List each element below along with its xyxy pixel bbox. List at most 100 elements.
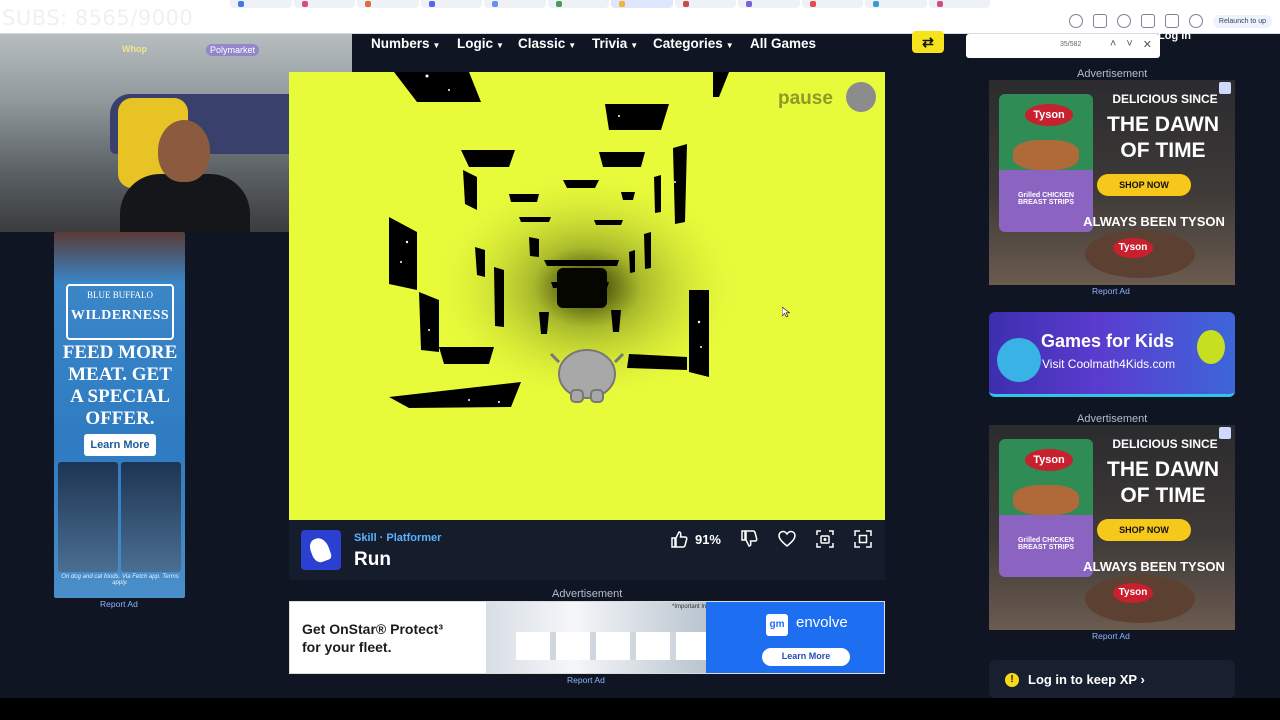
sidebar-icon[interactable] (1164, 14, 1179, 28)
octopus-mascot (997, 338, 1041, 382)
pause-label[interactable]: pause (778, 88, 833, 110)
game-actions: 91% (669, 528, 873, 550)
game-title: Run (354, 549, 391, 570)
kids-ad-title: Games for Kids (1041, 331, 1175, 351)
coolmath4kids-ad[interactable]: Games for Kids Visit Coolmath4Kids.com (989, 312, 1235, 397)
close-icon[interactable]: ✕ (1143, 38, 1152, 51)
report-ad-link[interactable]: Report Ad (100, 599, 138, 609)
chevron-down-icon: ▼ (725, 41, 734, 50)
extensions-icon[interactable] (1140, 14, 1155, 28)
login-keep-xp-bar[interactable]: ! Log in to keep XP › (989, 660, 1235, 698)
bookmark-star-icon[interactable] (1116, 14, 1131, 28)
chevron-down-icon: ▼ (630, 41, 639, 50)
chevron-down-icon: ▼ (568, 41, 577, 50)
fullscreen-icon (854, 530, 872, 548)
zoom-icon[interactable] (1068, 14, 1083, 28)
tyson-logo: Tyson (1113, 238, 1153, 258)
browser-tab[interactable] (357, 0, 419, 8)
ad-learn-more-button[interactable]: Learn More (84, 434, 156, 456)
tyson-ad[interactable]: Tyson Grilled CHICKEN BREAST STRIPS DELI… (989, 425, 1235, 630)
sponsor-logo: Whop (122, 44, 147, 54)
browser-tab[interactable] (293, 0, 355, 8)
browser-tab[interactable] (801, 0, 863, 8)
advertisement-label: Advertisement (1077, 68, 1148, 80)
banner-ad-text: Get OnStar® Protect³ for your fleet. (302, 621, 444, 655)
left-skyscraper-ad[interactable]: BLUE BUFFALO WILDERNESS FEED MORE MEAT. … (54, 232, 185, 598)
find-controls: ˄ ˅ ✕ (1110, 38, 1152, 51)
nav-logic[interactable]: Logic ▼ (457, 36, 504, 51)
login-keep-xp-text: Log in to keep XP › (1028, 672, 1145, 687)
browser-tab[interactable] (865, 0, 927, 8)
browser-tab[interactable] (547, 0, 609, 8)
tyson-headline: DELICIOUS SINCE (1112, 92, 1218, 106)
gm-logo: gm (766, 614, 788, 636)
fullscreen-button[interactable] (853, 529, 873, 549)
nav-classic[interactable]: Classic ▼ (518, 36, 576, 51)
advertisement-label: Advertisement (1077, 413, 1148, 425)
login-link[interactable]: Log In (1158, 30, 1191, 42)
like-button[interactable]: 91% (669, 529, 721, 549)
shop-now-button[interactable]: SHOP NOW (1097, 174, 1191, 196)
browser-tab[interactable] (738, 0, 800, 8)
browser-tab[interactable] (230, 0, 292, 8)
sponsor-logo: Polymarket (206, 44, 260, 56)
screenshot-button[interactable] (815, 529, 835, 549)
browser-tabs (230, 0, 990, 8)
banner-ad[interactable]: Get OnStar® Protect³ for your fleet. *Imp… (289, 601, 885, 674)
report-ad-link[interactable]: Report Ad (1092, 631, 1130, 641)
relaunch-button[interactable]: Relaunch to up (1212, 14, 1272, 28)
advertisement-label: Advertisement (552, 588, 623, 600)
find-prev-icon[interactable]: ˄ (1110, 38, 1116, 51)
report-ad-link[interactable]: Report Ad (567, 675, 605, 685)
subs-counter: SUBS: 8565/9000 (2, 6, 194, 30)
tyson-headline: DELICIOUS SINCE (1112, 437, 1218, 451)
browser-tab[interactable] (928, 0, 990, 8)
reader-icon[interactable] (1092, 14, 1107, 28)
profile-icon[interactable] (1188, 14, 1203, 28)
ad-brand-logo: BLUE BUFFALO WILDERNESS (66, 284, 174, 340)
pause-button[interactable] (846, 82, 876, 112)
game-info-bar: Skill · Platformer Run 91% (289, 520, 885, 580)
tyson-logo: Tyson (1113, 583, 1153, 603)
favorite-button[interactable] (777, 529, 797, 549)
browser-tab[interactable] (611, 0, 673, 8)
nav-trivia[interactable]: Trivia ▼ (592, 36, 638, 51)
heart-icon (778, 530, 796, 547)
banner-ad-brand-panel: gm envolve Learn More (706, 602, 884, 673)
browser-tab[interactable] (420, 0, 482, 8)
tyson-package-image: Tyson Grilled CHICKEN BREAST STRIPS (999, 94, 1093, 232)
ad-fine-print: On dog and cat foods. Via Fetch app. Ter… (61, 574, 179, 586)
thumbs-down-icon (741, 530, 758, 547)
find-in-page-bar[interactable]: 35/582 ˄ ˅ ✕ (966, 34, 1160, 58)
random-game-icon[interactable]: ⇄ (912, 31, 944, 53)
browser-tools: Relaunch to up (1068, 10, 1280, 32)
tyson-tagline: ALWAYS BEEN TYSON (1083, 559, 1225, 574)
report-ad-link[interactable]: Report Ad (1092, 286, 1130, 296)
tyson-ad[interactable]: Tyson Grilled CHICKEN BREAST STRIPS DELI… (989, 80, 1235, 285)
find-next-icon[interactable]: ˅ (1126, 38, 1132, 51)
streamer-head-shape (158, 120, 210, 182)
tyson-headline-big: THE DAWN OF TIME (1107, 113, 1219, 162)
nav-all-games[interactable]: All Games (750, 36, 816, 51)
tunnel-graphic (289, 72, 885, 520)
shop-now-button[interactable]: SHOP NOW (1097, 519, 1191, 541)
game-categories[interactable]: Skill · Platformer (354, 532, 441, 544)
streamer-body-shape (120, 174, 250, 232)
chevron-down-icon: ▼ (496, 41, 504, 50)
ad-choices-icon[interactable] (1219, 82, 1231, 94)
envolve-logo: envolve (796, 614, 848, 631)
nav-numbers[interactable]: Numbers ▼ (371, 36, 440, 51)
game-canvas[interactable]: pause (289, 72, 885, 520)
banner-learn-more-button[interactable]: Learn More (762, 648, 850, 666)
browser-tab[interactable] (484, 0, 546, 8)
nav-categories[interactable]: Categories ▼ (653, 36, 734, 51)
ad-choices-icon[interactable] (1219, 427, 1231, 439)
kids-ad-subtitle: Visit Coolmath4Kids.com (1042, 357, 1176, 371)
dislike-button[interactable] (739, 529, 759, 549)
browser-tab[interactable] (674, 0, 736, 8)
bottom-letterbox (0, 698, 1280, 720)
tyson-headline-big: THE DAWN OF TIME (1107, 458, 1219, 507)
alert-icon: ! (1005, 673, 1019, 687)
chevron-down-icon: ▼ (432, 41, 441, 50)
mouse-cursor-icon (782, 307, 790, 317)
